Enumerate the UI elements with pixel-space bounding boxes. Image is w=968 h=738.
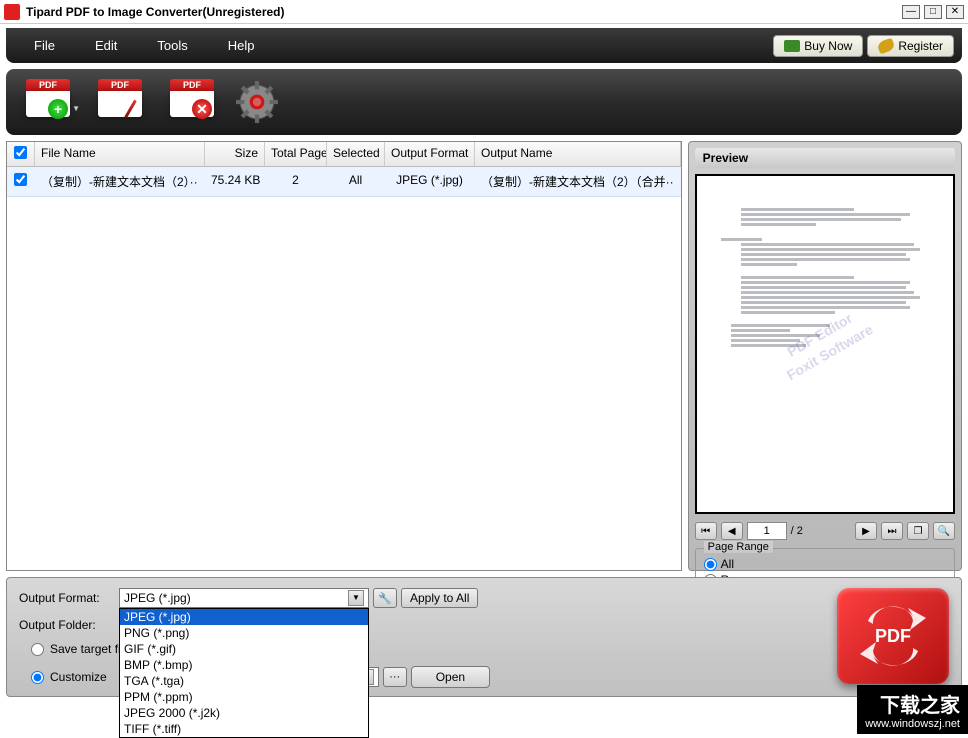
output-folder-label: Output Folder: bbox=[19, 618, 115, 632]
range-all-radio[interactable]: All bbox=[704, 557, 946, 571]
window-title: Tipard PDF to Image Converter(Unregister… bbox=[26, 5, 902, 19]
select-all-checkbox[interactable] bbox=[14, 146, 27, 159]
watermark-url: www.windowszj.net bbox=[865, 718, 960, 730]
col-selected[interactable]: Selected Pages bbox=[327, 142, 385, 166]
watermark-title: 下载之家 bbox=[865, 689, 960, 718]
gear-icon bbox=[236, 81, 278, 123]
copy-page-button[interactable]: ❐ bbox=[907, 522, 929, 540]
edit-pdf-button[interactable]: PDF bbox=[92, 79, 148, 125]
format-option[interactable]: JPEG 2000 (*.j2k) bbox=[120, 705, 368, 721]
app-icon bbox=[4, 4, 20, 20]
titlebar: Tipard PDF to Image Converter(Unregister… bbox=[0, 0, 968, 24]
convert-label: PDF bbox=[875, 626, 911, 647]
col-size[interactable]: Size bbox=[205, 142, 265, 166]
watermark: 下载之家 www.windowszj.net bbox=[857, 685, 968, 734]
preview-controls: ⏮ ◀ / 2 ▶ ⏭ ❐ 🔍 bbox=[695, 522, 955, 540]
menu-help[interactable]: Help bbox=[208, 34, 275, 57]
cell-selected: All bbox=[327, 167, 385, 196]
page-range-legend: Page Range bbox=[704, 541, 773, 553]
add-pdf-button[interactable]: PDF + ▼ bbox=[20, 79, 76, 125]
cell-format: JPEG (*.jpg) bbox=[385, 167, 475, 196]
register-button[interactable]: Register bbox=[867, 35, 954, 57]
preview-page: PDF EditorFoxit Software bbox=[697, 176, 953, 512]
preview-panel: Preview PDF EditorFoxit Software ⏮ ◀ / 2… bbox=[688, 141, 962, 571]
last-page-button[interactable]: ⏭ bbox=[881, 522, 903, 540]
col-filename[interactable]: File Name bbox=[35, 142, 205, 166]
buy-now-label: Buy Now bbox=[804, 39, 852, 53]
cell-total-pages: 2 bbox=[265, 167, 327, 196]
minimize-button[interactable]: — bbox=[902, 5, 920, 19]
format-dropdown[interactable]: JPEG (*.jpg) PNG (*.png) GIF (*.gif) BMP… bbox=[119, 608, 369, 738]
toolbar: PDF + ▼ PDF PDF ✕ bbox=[6, 69, 962, 135]
plus-icon: + bbox=[48, 99, 68, 119]
format-option[interactable]: TGA (*.tga) bbox=[120, 673, 368, 689]
cell-size: 75.24 KB bbox=[205, 167, 265, 196]
menu-tools[interactable]: Tools bbox=[137, 34, 207, 57]
format-settings-button[interactable]: 🔧 bbox=[373, 588, 397, 608]
col-check-header[interactable] bbox=[7, 142, 35, 166]
table-row[interactable]: （复制）-新建文本文档（2）·· 75.24 KB 2 All JPEG (*.… bbox=[7, 167, 681, 197]
first-page-button[interactable]: ⏮ bbox=[695, 522, 717, 540]
chevron-down-icon[interactable]: ▼ bbox=[72, 104, 80, 113]
remove-pdf-button[interactable]: PDF ✕ bbox=[164, 79, 220, 125]
next-page-button[interactable]: ▶ bbox=[855, 522, 877, 540]
cart-icon bbox=[784, 40, 800, 52]
format-option[interactable]: GIF (*.gif) bbox=[120, 641, 368, 657]
col-total-pages[interactable]: Total Pages bbox=[265, 142, 327, 166]
zoom-button[interactable]: 🔍 bbox=[933, 522, 955, 540]
format-option[interactable]: BMP (*.bmp) bbox=[120, 657, 368, 673]
cell-filename: （复制）-新建文本文档（2）·· bbox=[35, 167, 205, 196]
maximize-button[interactable]: □ bbox=[924, 5, 942, 19]
convert-button[interactable]: PDF bbox=[837, 588, 949, 684]
format-option[interactable]: TIFF (*.tiff) bbox=[120, 721, 368, 737]
col-output-name[interactable]: Output Name bbox=[475, 142, 681, 166]
output-format-label: Output Format: bbox=[19, 591, 115, 605]
menu-edit[interactable]: Edit bbox=[75, 34, 137, 57]
browse-button[interactable]: ··· bbox=[383, 667, 407, 687]
output-format-value: JPEG (*.jpg) bbox=[124, 591, 191, 605]
buy-now-button[interactable]: Buy Now bbox=[773, 35, 863, 57]
preview-title: Preview bbox=[695, 148, 955, 168]
output-panel: Output Format: JPEG (*.jpg) ▼ 🔧 Apply to… bbox=[6, 577, 962, 697]
col-output-format[interactable]: Output Format bbox=[385, 142, 475, 166]
format-option[interactable]: PPM (*.ppm) bbox=[120, 689, 368, 705]
pencil-icon bbox=[120, 99, 140, 119]
preview-document: PDF EditorFoxit Software bbox=[695, 174, 955, 514]
page-total: / 2 bbox=[791, 525, 803, 537]
menubar: File Edit Tools Help Buy Now Register bbox=[6, 28, 962, 63]
page-input[interactable] bbox=[747, 522, 787, 540]
register-label: Register bbox=[898, 39, 943, 53]
settings-button[interactable] bbox=[236, 81, 278, 123]
file-list-header: File Name Size Total Pages Selected Page… bbox=[7, 142, 681, 167]
menu-file[interactable]: File bbox=[14, 34, 75, 57]
open-folder-button[interactable]: Open bbox=[411, 666, 490, 688]
key-icon bbox=[877, 37, 896, 54]
cell-output-name: （复制）-新建文本文档（2）（合并·· bbox=[475, 167, 681, 196]
window-controls: — □ ✕ bbox=[902, 5, 964, 19]
row-checkbox[interactable] bbox=[14, 173, 27, 186]
format-option[interactable]: JPEG (*.jpg) bbox=[120, 609, 368, 625]
close-button[interactable]: ✕ bbox=[946, 5, 964, 19]
x-icon: ✕ bbox=[192, 99, 212, 119]
format-option[interactable]: PNG (*.png) bbox=[120, 625, 368, 641]
prev-page-button[interactable]: ◀ bbox=[721, 522, 743, 540]
output-format-combo[interactable]: JPEG (*.jpg) ▼ bbox=[119, 588, 369, 608]
file-list-panel: File Name Size Total Pages Selected Page… bbox=[6, 141, 682, 571]
chevron-down-icon[interactable]: ▼ bbox=[348, 590, 364, 606]
apply-to-all-button[interactable]: Apply to All bbox=[401, 588, 478, 608]
main-area: File Name Size Total Pages Selected Page… bbox=[6, 141, 962, 571]
